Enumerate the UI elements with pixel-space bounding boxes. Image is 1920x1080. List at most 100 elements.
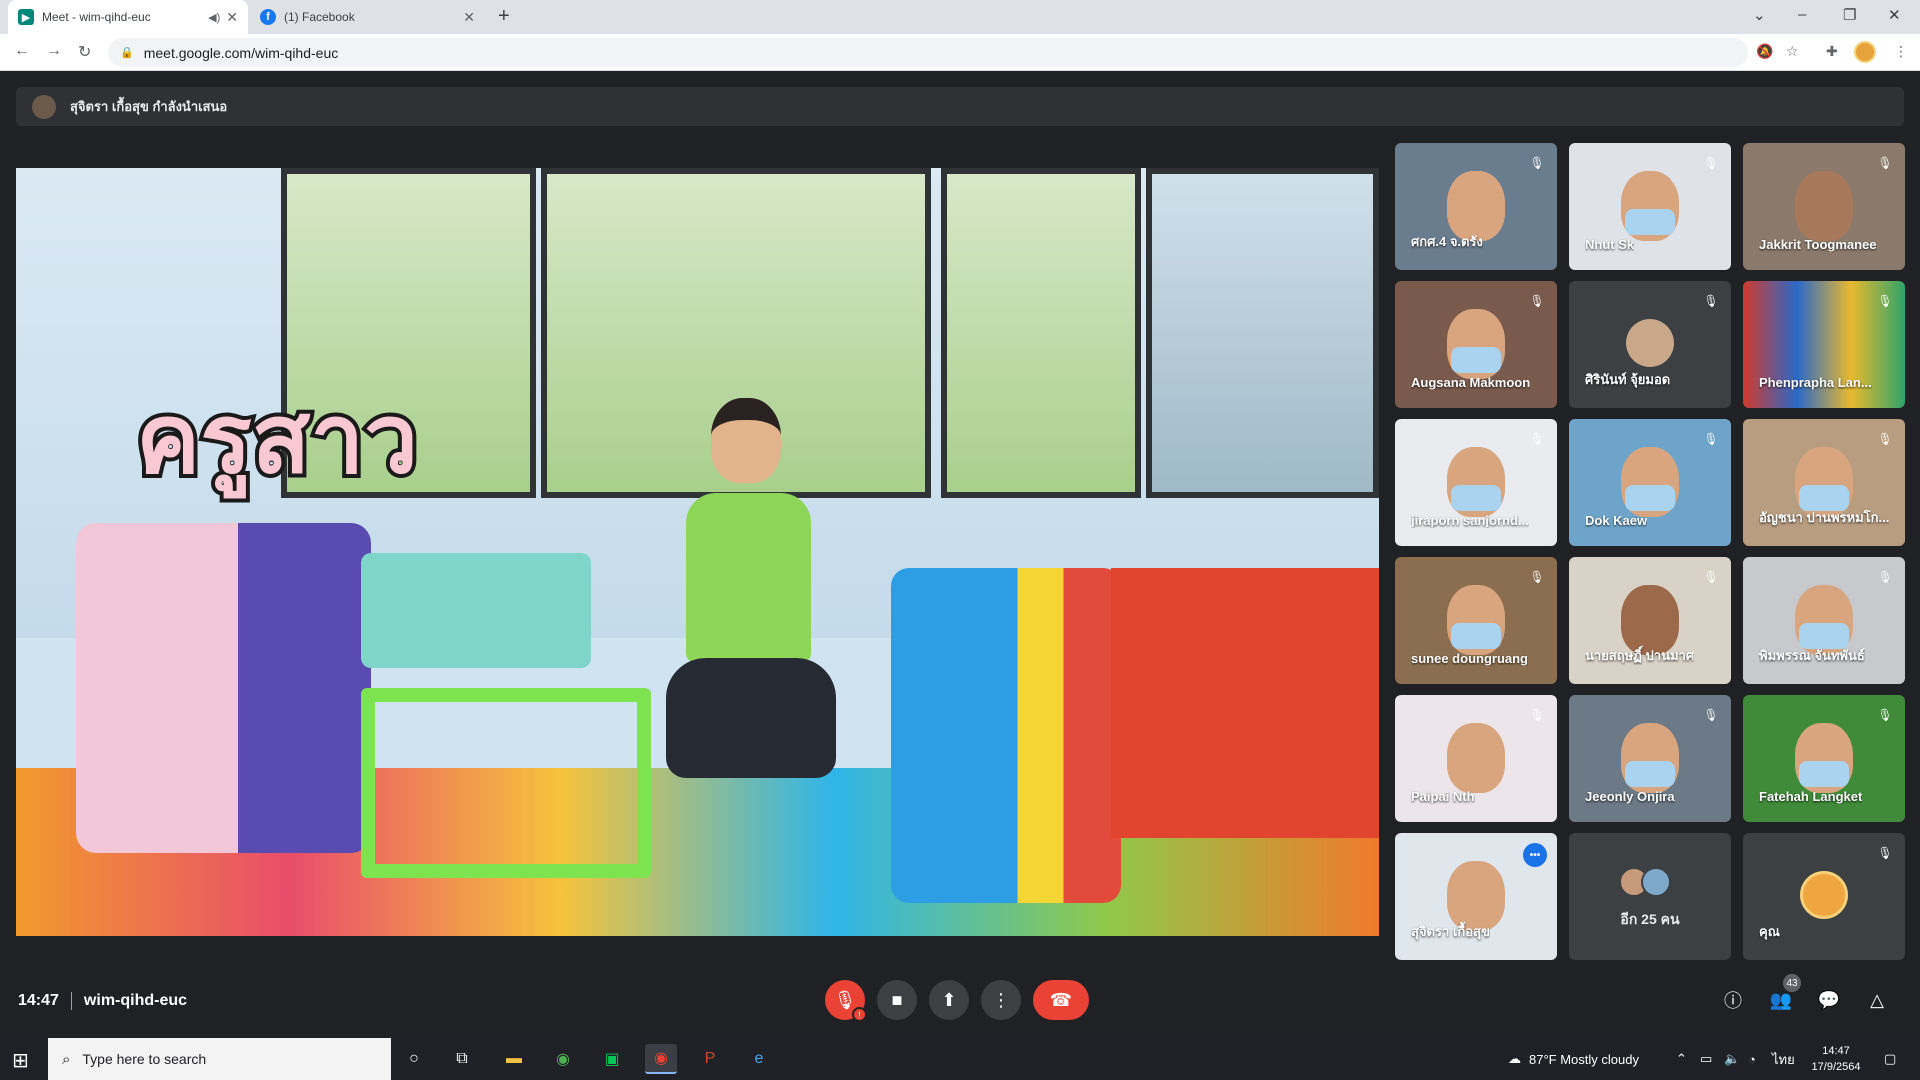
edge-icon[interactable]: e bbox=[743, 1044, 775, 1074]
tab-title: (1) Facebook bbox=[284, 10, 355, 24]
minimize-icon[interactable]: – bbox=[1798, 6, 1806, 23]
mic-off-icon: 🎙 bbox=[1529, 708, 1545, 722]
participant-name: Phenprapha Lan... bbox=[1759, 375, 1872, 390]
bookmark-star-icon[interactable]: ☆ bbox=[1786, 43, 1799, 60]
video-chair-back bbox=[361, 553, 591, 668]
mic-off-icon: 🎙 bbox=[1529, 294, 1545, 308]
show-hidden-icons[interactable]: ⌃ bbox=[1676, 1038, 1687, 1080]
participant-tile[interactable]: 🎙 Fatehah Langket bbox=[1743, 695, 1905, 822]
video-presenter-figure bbox=[656, 398, 836, 878]
camera-icon: ■ bbox=[891, 989, 903, 1010]
restore-icon[interactable]: ❐ bbox=[1843, 6, 1856, 24]
search-placeholder: Type here to search bbox=[82, 1051, 207, 1067]
forward-icon[interactable]: → bbox=[46, 42, 62, 60]
more-options-button[interactable]: ⋮ bbox=[981, 980, 1021, 1020]
chat-button[interactable]: 💬 bbox=[1816, 987, 1842, 1013]
file-explorer-icon[interactable]: ▬ bbox=[498, 1044, 530, 1074]
chrome-menu-icon[interactable]: ⋮ bbox=[1894, 43, 1908, 60]
tab-audio-icon[interactable]: ◀) bbox=[208, 11, 220, 24]
mic-off-icon: 🎙 bbox=[1877, 570, 1893, 584]
participant-name: พิมพรรณ จันทพันธ์ bbox=[1759, 648, 1865, 663]
mic-off-icon: 🎙 bbox=[1877, 708, 1893, 722]
windows-start-icon[interactable]: ⊞ bbox=[12, 1048, 29, 1073]
volume-muted-icon[interactable]: 🔈 bbox=[1724, 1038, 1740, 1080]
participant-name: Fatehah Langket bbox=[1759, 789, 1863, 804]
activities-icon: △ bbox=[1870, 989, 1884, 1010]
meeting-details-button[interactable]: ⓘ bbox=[1720, 987, 1746, 1013]
camera-toggle-button[interactable]: ■ bbox=[877, 980, 917, 1020]
close-tab-icon[interactable]: ✕ bbox=[463, 9, 475, 26]
mic-off-icon: 🎙 bbox=[1703, 156, 1719, 170]
reload-icon[interactable]: ↻ bbox=[78, 42, 91, 62]
speaking-indicator-icon: ••• bbox=[1523, 843, 1547, 867]
participant-tile[interactable]: 🎙 Nnut Sk bbox=[1569, 143, 1731, 270]
participant-tile[interactable]: 🎙 sunee doungruang bbox=[1395, 557, 1557, 684]
participant-tile[interactable]: 🎙 jiraporn sanjornd... bbox=[1395, 419, 1557, 546]
tab-meet[interactable]: ▶ Meet - wim-qihd-euc ◀) ✕ bbox=[8, 0, 248, 34]
cloud-icon: ☁ bbox=[1508, 1051, 1521, 1066]
address-bar[interactable]: 🔒 meet.google.com/wim-qihd-euc bbox=[108, 38, 1748, 67]
meet-tray-icon[interactable]: ▭ bbox=[1700, 1038, 1712, 1080]
participant-avatar bbox=[1641, 867, 1671, 897]
tab-title: Meet - wim-qihd-euc bbox=[42, 10, 151, 24]
participant-tile[interactable]: 🎙 อัญชนา ปานพรหมโก... bbox=[1743, 419, 1905, 546]
notifications-icon[interactable]: ▢ bbox=[1884, 1038, 1896, 1080]
participant-tile[interactable]: 🎙 Jakkrit Toogmanee bbox=[1743, 143, 1905, 270]
extensions-icon[interactable]: ✚ bbox=[1826, 43, 1838, 60]
participant-tile[interactable]: 🎙 Paipai Nth bbox=[1395, 695, 1557, 822]
participant-tile[interactable]: 🎙 ศิรินันท์ จุ้ยมอด bbox=[1569, 281, 1731, 408]
meeting-code: wim-qihd-euc bbox=[83, 992, 188, 1009]
taskbar-clock[interactable]: 14:47 17/9/2564 bbox=[1806, 1043, 1866, 1075]
clock-date: 17/9/2564 bbox=[1811, 1061, 1861, 1073]
video-cylinder bbox=[891, 568, 1121, 903]
participant-tile[interactable]: 🎙 Dok Kaew bbox=[1569, 419, 1731, 546]
lock-icon[interactable]: 🔒 bbox=[120, 46, 134, 59]
self-tile[interactable]: 🎙 คุณ bbox=[1743, 833, 1905, 960]
more-vert-icon: ⋮ bbox=[992, 989, 1010, 1010]
taskbar-search-box[interactable]: ⌕ Type here to search bbox=[48, 1038, 391, 1080]
back-icon[interactable]: ← bbox=[14, 42, 30, 60]
mic-off-icon: 🎙 bbox=[1703, 432, 1719, 446]
activities-button[interactable]: △ bbox=[1864, 987, 1890, 1013]
presenting-banner: สุจิตรา เกื้อสุข กำลังนำเสนอ bbox=[16, 87, 1904, 126]
more-participants-tile[interactable]: อีก 25 คน bbox=[1569, 833, 1731, 960]
participant-name: Augsana Makmoon bbox=[1411, 375, 1531, 390]
participant-tile[interactable]: 🎙 Phenprapha Lan... bbox=[1743, 281, 1905, 408]
participant-tile-active-speaker[interactable]: ••• สุจิตรา เกื้อสุข bbox=[1395, 833, 1557, 960]
participant-tile[interactable]: 🎙 Jeeonly Onjira bbox=[1569, 695, 1731, 822]
weather-widget[interactable]: ☁ 87°F Mostly cloudy bbox=[1508, 1038, 1639, 1080]
divider bbox=[70, 992, 72, 1010]
meeting-info: 14:47 wim-qihd-euc bbox=[18, 992, 187, 1010]
notifications-off-icon[interactable]: 🔕 bbox=[1756, 43, 1773, 60]
participant-tile[interactable]: 🎙 Augsana Makmoon bbox=[1395, 281, 1557, 408]
tab-facebook[interactable]: f (1) Facebook ✕ bbox=[250, 0, 485, 34]
chrome-active-icon[interactable]: ◉ bbox=[645, 1044, 677, 1074]
powerpoint-icon[interactable]: P bbox=[694, 1044, 726, 1074]
participant-name: อัญชนา ปานพรหมโก... bbox=[1759, 510, 1890, 525]
profile-avatar[interactable] bbox=[1854, 41, 1876, 63]
mic-toggle-button[interactable]: 🎙 ! bbox=[825, 980, 867, 1022]
participant-tile[interactable]: 🎙 นายสฤษฏิ์ ปานมาศ bbox=[1569, 557, 1731, 684]
search-icon: ⌕ bbox=[62, 1050, 71, 1068]
video-green-frame bbox=[361, 688, 651, 878]
input-language[interactable]: ไทย bbox=[1772, 1038, 1795, 1080]
participant-tile[interactable]: 🎙 ศกศ.4 จ.ตรัง bbox=[1395, 143, 1557, 270]
new-tab-icon[interactable]: + bbox=[498, 5, 510, 28]
line-app-icon[interactable]: ▣ bbox=[596, 1044, 628, 1074]
participant-name: sunee doungruang bbox=[1411, 651, 1528, 666]
chrome-icon[interactable]: ◉ bbox=[547, 1044, 579, 1074]
task-view-icon[interactable]: ⧉ bbox=[446, 1044, 478, 1074]
windows-taskbar: ⊞ ⌕ Type here to search ○ ⧉ ▬ ◉ ▣ ◉ P e … bbox=[0, 1038, 1920, 1080]
cortana-icon[interactable]: ○ bbox=[398, 1044, 430, 1074]
close-tab-icon[interactable]: ✕ bbox=[226, 9, 238, 26]
participant-avatar bbox=[1626, 319, 1674, 367]
close-window-icon[interactable]: ✕ bbox=[1888, 6, 1901, 24]
tab-search-icon[interactable]: ⌄ bbox=[1753, 6, 1766, 24]
leave-call-button[interactable]: ☎ bbox=[1033, 980, 1089, 1020]
meet-window: สุจิตรา เกื้อสุข กำลังนำเสนอ ครูสาว 🎙 ศก… bbox=[0, 71, 1920, 1038]
network-icon[interactable]: ◔ bbox=[1748, 1038, 1756, 1080]
mic-off-icon: 🎙 bbox=[1703, 708, 1719, 722]
main-presentation-video[interactable]: ครูสาว bbox=[16, 168, 1379, 936]
present-now-button[interactable]: ⬆ bbox=[929, 980, 969, 1020]
participant-tile[interactable]: 🎙 พิมพรรณ จันทพันธ์ bbox=[1743, 557, 1905, 684]
